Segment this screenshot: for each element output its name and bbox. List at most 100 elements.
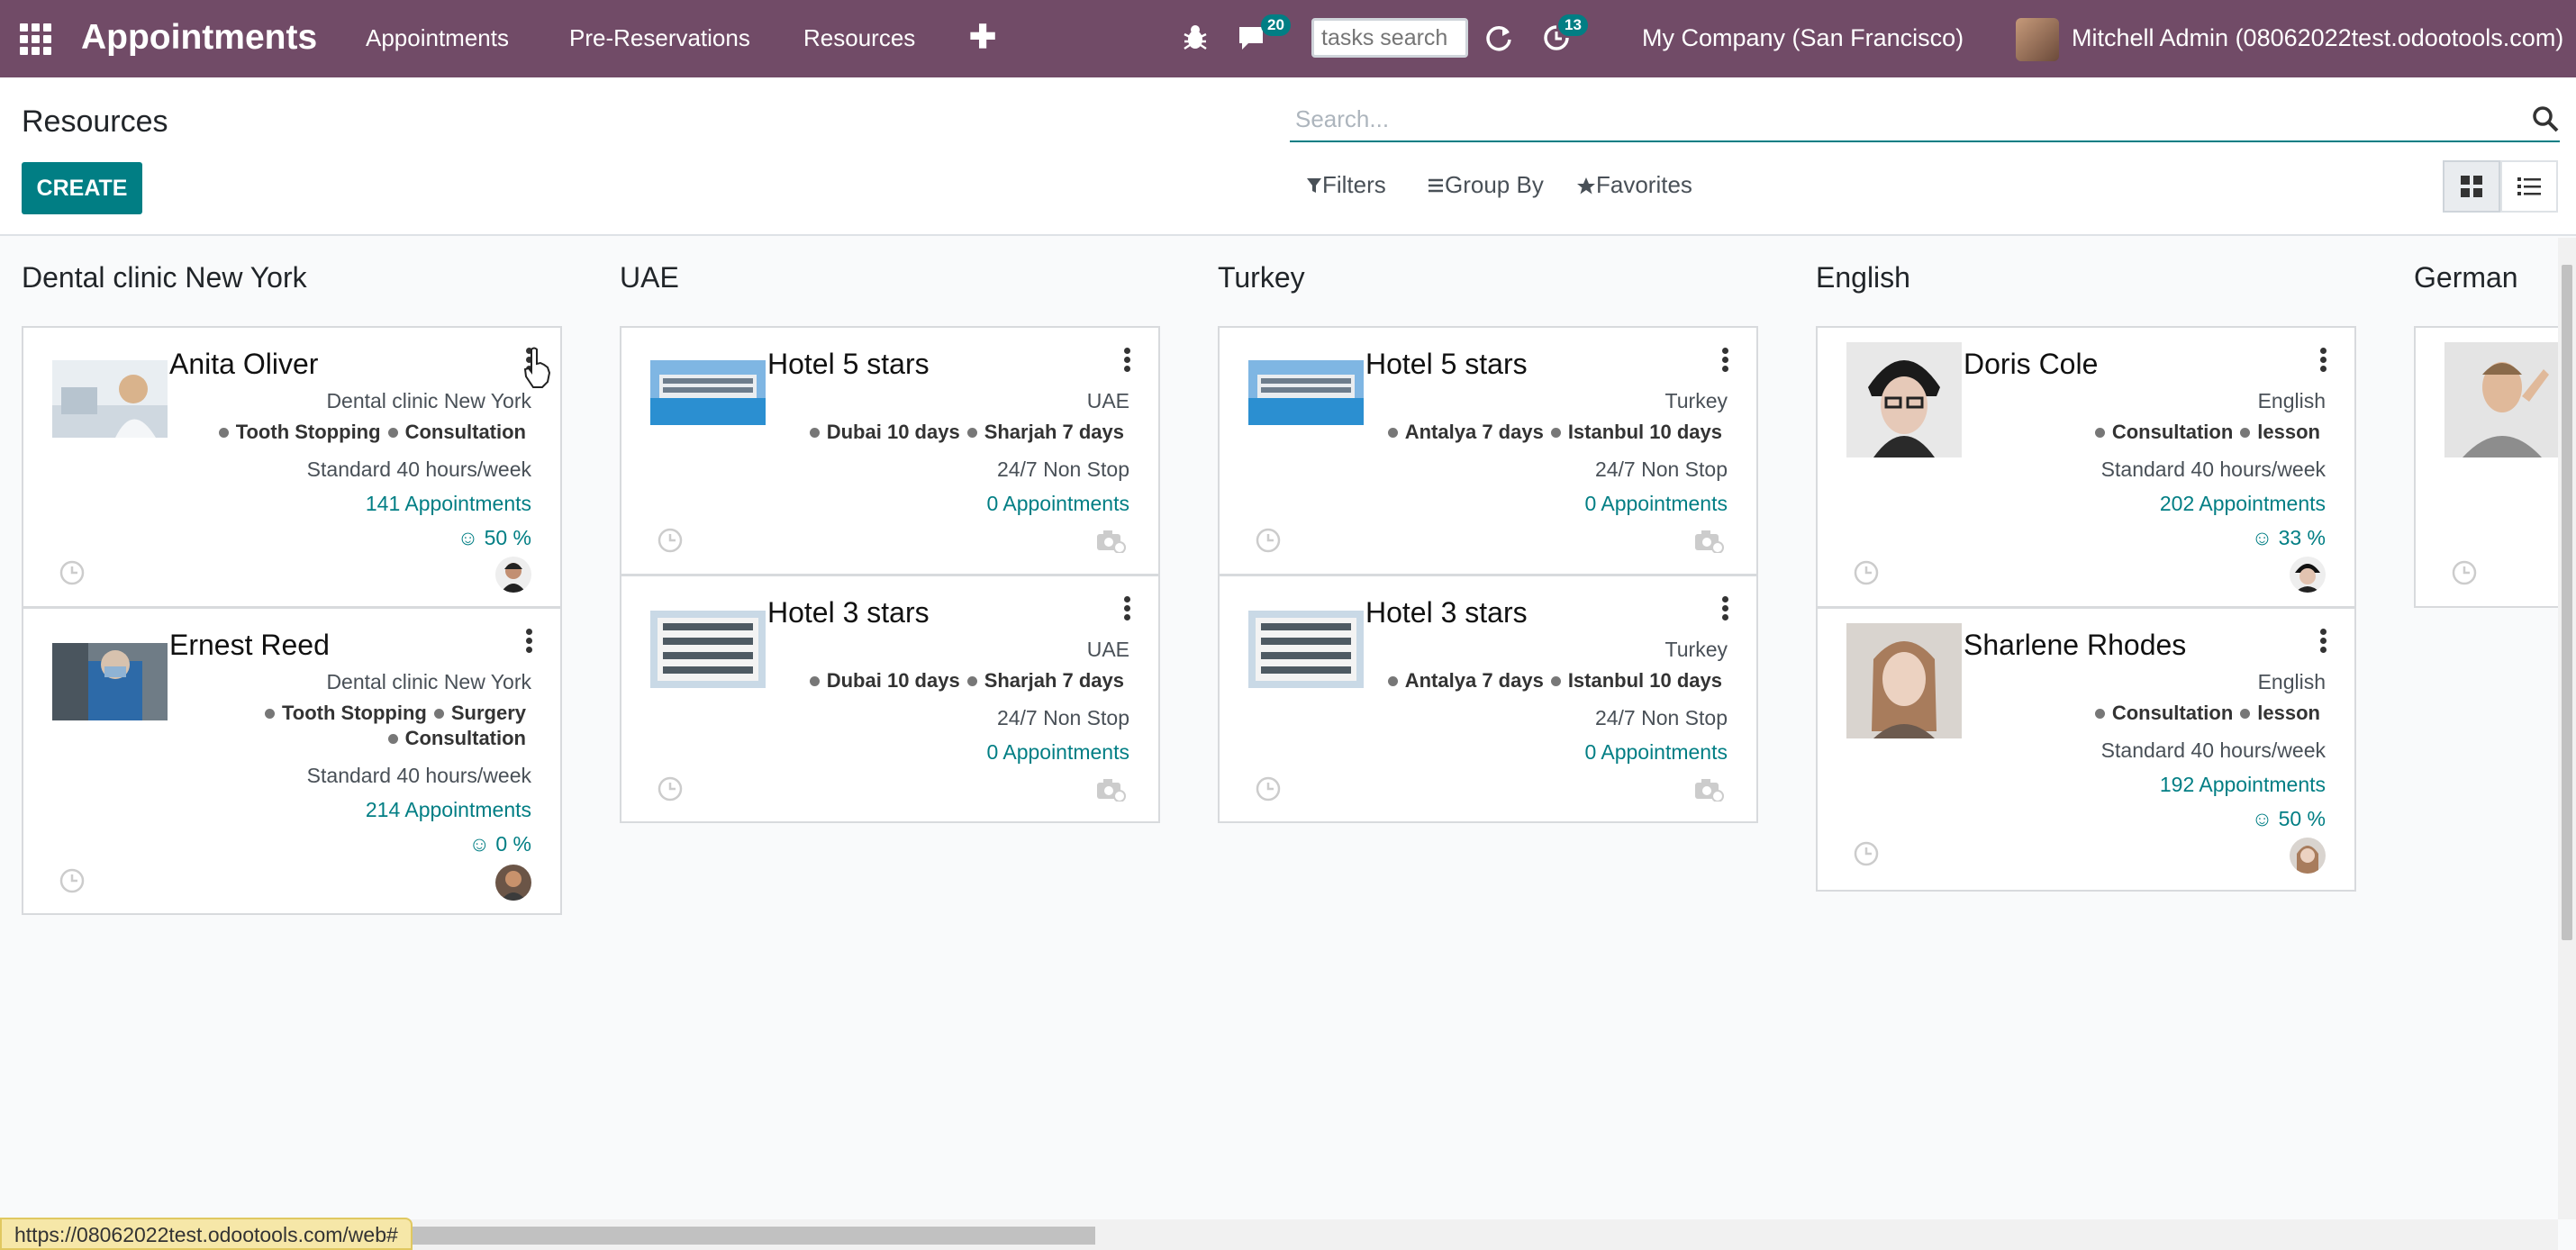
tag: Antalya 7 days [1404, 421, 1544, 443]
resource-card[interactable]: Doris Cole English Consultation lesson St… [1816, 326, 2356, 608]
resource-card[interactable] [2414, 326, 2558, 608]
appointments-link[interactable]: 141 Appointments [366, 492, 531, 516]
resource-card[interactable]: Hotel 3 stars Turkey Antalya 7 days Istan… [1218, 575, 1758, 823]
list-view-button[interactable] [2500, 160, 2558, 213]
resource-tags: Antalya 7 days Istanbul 10 days [1381, 668, 1722, 693]
user-menu[interactable]: Mitchell Admin (08062022test.odootools.c… [2072, 24, 2563, 52]
card-menu-dots-icon[interactable] [526, 629, 533, 654]
card-menu-dots-icon[interactable] [2320, 348, 2327, 373]
resource-photo [1248, 360, 1364, 425]
resource-group: English [2257, 389, 2326, 412]
avatar[interactable] [2290, 838, 2326, 874]
refresh-icon[interactable] [1484, 23, 1513, 52]
filters-label: Filters [1322, 171, 1386, 198]
search-input[interactable] [1293, 104, 2464, 134]
resource-group: UAE [1086, 638, 1129, 661]
column-title[interactable]: Dental clinic New York [22, 261, 307, 294]
new-menu-plus-icon[interactable]: ✚ [969, 18, 996, 56]
appointments-link[interactable]: 0 Appointments [986, 740, 1129, 765]
resource-photo [52, 360, 168, 438]
no-image-camera-icon [1695, 779, 1724, 802]
create-button[interactable]: CREATE [22, 162, 142, 214]
search-icon[interactable] [2531, 104, 2560, 133]
resource-card[interactable]: Ernest Reed Dental clinic New York Tooth… [22, 607, 562, 915]
card-menu-dots-icon[interactable] [1124, 348, 1131, 373]
company-switcher[interactable]: My Company (San Francisco) [1642, 24, 1964, 52]
kanban-view-button[interactable] [2443, 160, 2500, 213]
appointments-link[interactable]: 202 Appointments [2160, 492, 2326, 516]
resource-tags: Consultation lesson [2088, 420, 2320, 445]
status-bar-url: https://08062022test.odootools.com/web# [0, 1218, 413, 1250]
resource-tags: Tooth Stopping Surgery Consultation [258, 701, 526, 751]
avatar[interactable] [495, 557, 531, 593]
activity-count-badge: 13 [1558, 14, 1588, 36]
column-title[interactable]: German [2414, 261, 2518, 294]
resource-group: Turkey [1664, 389, 1728, 412]
menu-resources[interactable]: Resources [803, 24, 915, 52]
apps-menu-icon[interactable] [20, 23, 52, 55]
resource-schedule: 24/7 Non Stop [996, 457, 1129, 481]
resource-card[interactable]: Anita Oliver Dental clinic New York Toot… [22, 326, 562, 608]
resource-name: Doris Cole [1964, 348, 2099, 380]
appointments-link[interactable]: 0 Appointments [986, 492, 1129, 516]
resource-card[interactable]: Hotel 5 stars Turkey Antalya 7 days Istan… [1218, 326, 1758, 575]
resource-card[interactable]: Hotel 5 stars UAE Dubai 10 days Sharjah 7… [620, 326, 1160, 575]
resource-name: Anita Oliver [169, 348, 319, 380]
appointments-link[interactable]: 192 Appointments [2160, 773, 2326, 797]
tag: Sharjah 7 days [984, 669, 1124, 692]
activity-clock-icon[interactable] [1256, 528, 1281, 553]
tag: Tooth Stopping [235, 421, 381, 443]
tag: Surgery [450, 702, 526, 724]
rating-value: ☺ 0 % [468, 832, 531, 856]
activity-clock-icon[interactable] [1854, 841, 1879, 866]
resource-name: Hotel 5 stars [767, 348, 930, 380]
column-title[interactable]: UAE [620, 261, 679, 294]
kanban-grid-icon [2461, 176, 2482, 197]
resource-photo [2444, 342, 2558, 457]
activity-clock-icon[interactable] [1854, 560, 1879, 585]
group-by-bars-icon [1429, 178, 1443, 193]
resource-name: Hotel 3 stars [1365, 596, 1528, 629]
tag: Tooth Stopping [281, 702, 427, 724]
debug-bug-icon[interactable] [1182, 23, 1209, 52]
resource-schedule: Standard 40 hours/week [306, 457, 531, 481]
resource-name: Hotel 5 stars [1365, 348, 1528, 380]
appointments-link[interactable]: 0 Appointments [1584, 740, 1728, 765]
card-menu-dots-icon[interactable] [2320, 629, 2327, 654]
activity-clock-icon[interactable] [1256, 776, 1281, 802]
avatar[interactable] [2290, 557, 2326, 593]
resource-tags: Tooth Stopping Consultation [212, 420, 526, 445]
card-menu-dots-icon[interactable] [1124, 596, 1131, 621]
activity-clock-icon[interactable] [59, 560, 85, 585]
favorites-dropdown[interactable]: Favorites [1576, 171, 1692, 199]
column-title[interactable]: English [1816, 261, 1910, 294]
app-brand[interactable]: Appointments [81, 18, 317, 58]
resource-schedule: 24/7 Non Stop [1594, 706, 1728, 729]
resource-group: UAE [1086, 389, 1129, 412]
filters-dropdown[interactable]: Filters [1306, 171, 1386, 199]
card-menu-dots-icon[interactable] [1722, 596, 1729, 621]
resource-tags: Consultation lesson [2088, 701, 2320, 726]
activity-clock-icon[interactable] [59, 868, 85, 893]
vertical-scrollbar[interactable] [2558, 238, 2576, 1219]
avatar[interactable] [495, 865, 531, 901]
activity-clock-icon[interactable] [658, 528, 683, 553]
resource-group: Turkey [1664, 638, 1728, 661]
no-image-camera-icon [1097, 530, 1126, 553]
menu-appointments[interactable]: Appointments [366, 24, 509, 52]
tag: Consultation [2111, 421, 2234, 443]
activity-clock-icon[interactable] [2452, 560, 2477, 585]
activity-clock-icon[interactable] [658, 776, 683, 802]
appointments-link[interactable]: 214 Appointments [366, 798, 531, 822]
card-menu-dots-icon[interactable] [1722, 348, 1729, 373]
resource-photo [1248, 611, 1364, 688]
column-title[interactable]: Turkey [1218, 261, 1305, 294]
menu-pre-reservations[interactable]: Pre-Reservations [569, 24, 750, 52]
tasks-search-input[interactable] [1311, 18, 1468, 58]
user-avatar[interactable] [2016, 18, 2059, 61]
resource-card[interactable]: Hotel 3 stars UAE Dubai 10 days Sharjah 7… [620, 575, 1160, 823]
appointments-link[interactable]: 0 Appointments [1584, 492, 1728, 516]
resource-tags: Antalya 7 days Istanbul 10 days [1381, 420, 1722, 445]
group-by-dropdown[interactable]: Group By [1427, 171, 1544, 199]
resource-card[interactable]: Sharlene Rhodes English Consultation less… [1816, 607, 2356, 892]
